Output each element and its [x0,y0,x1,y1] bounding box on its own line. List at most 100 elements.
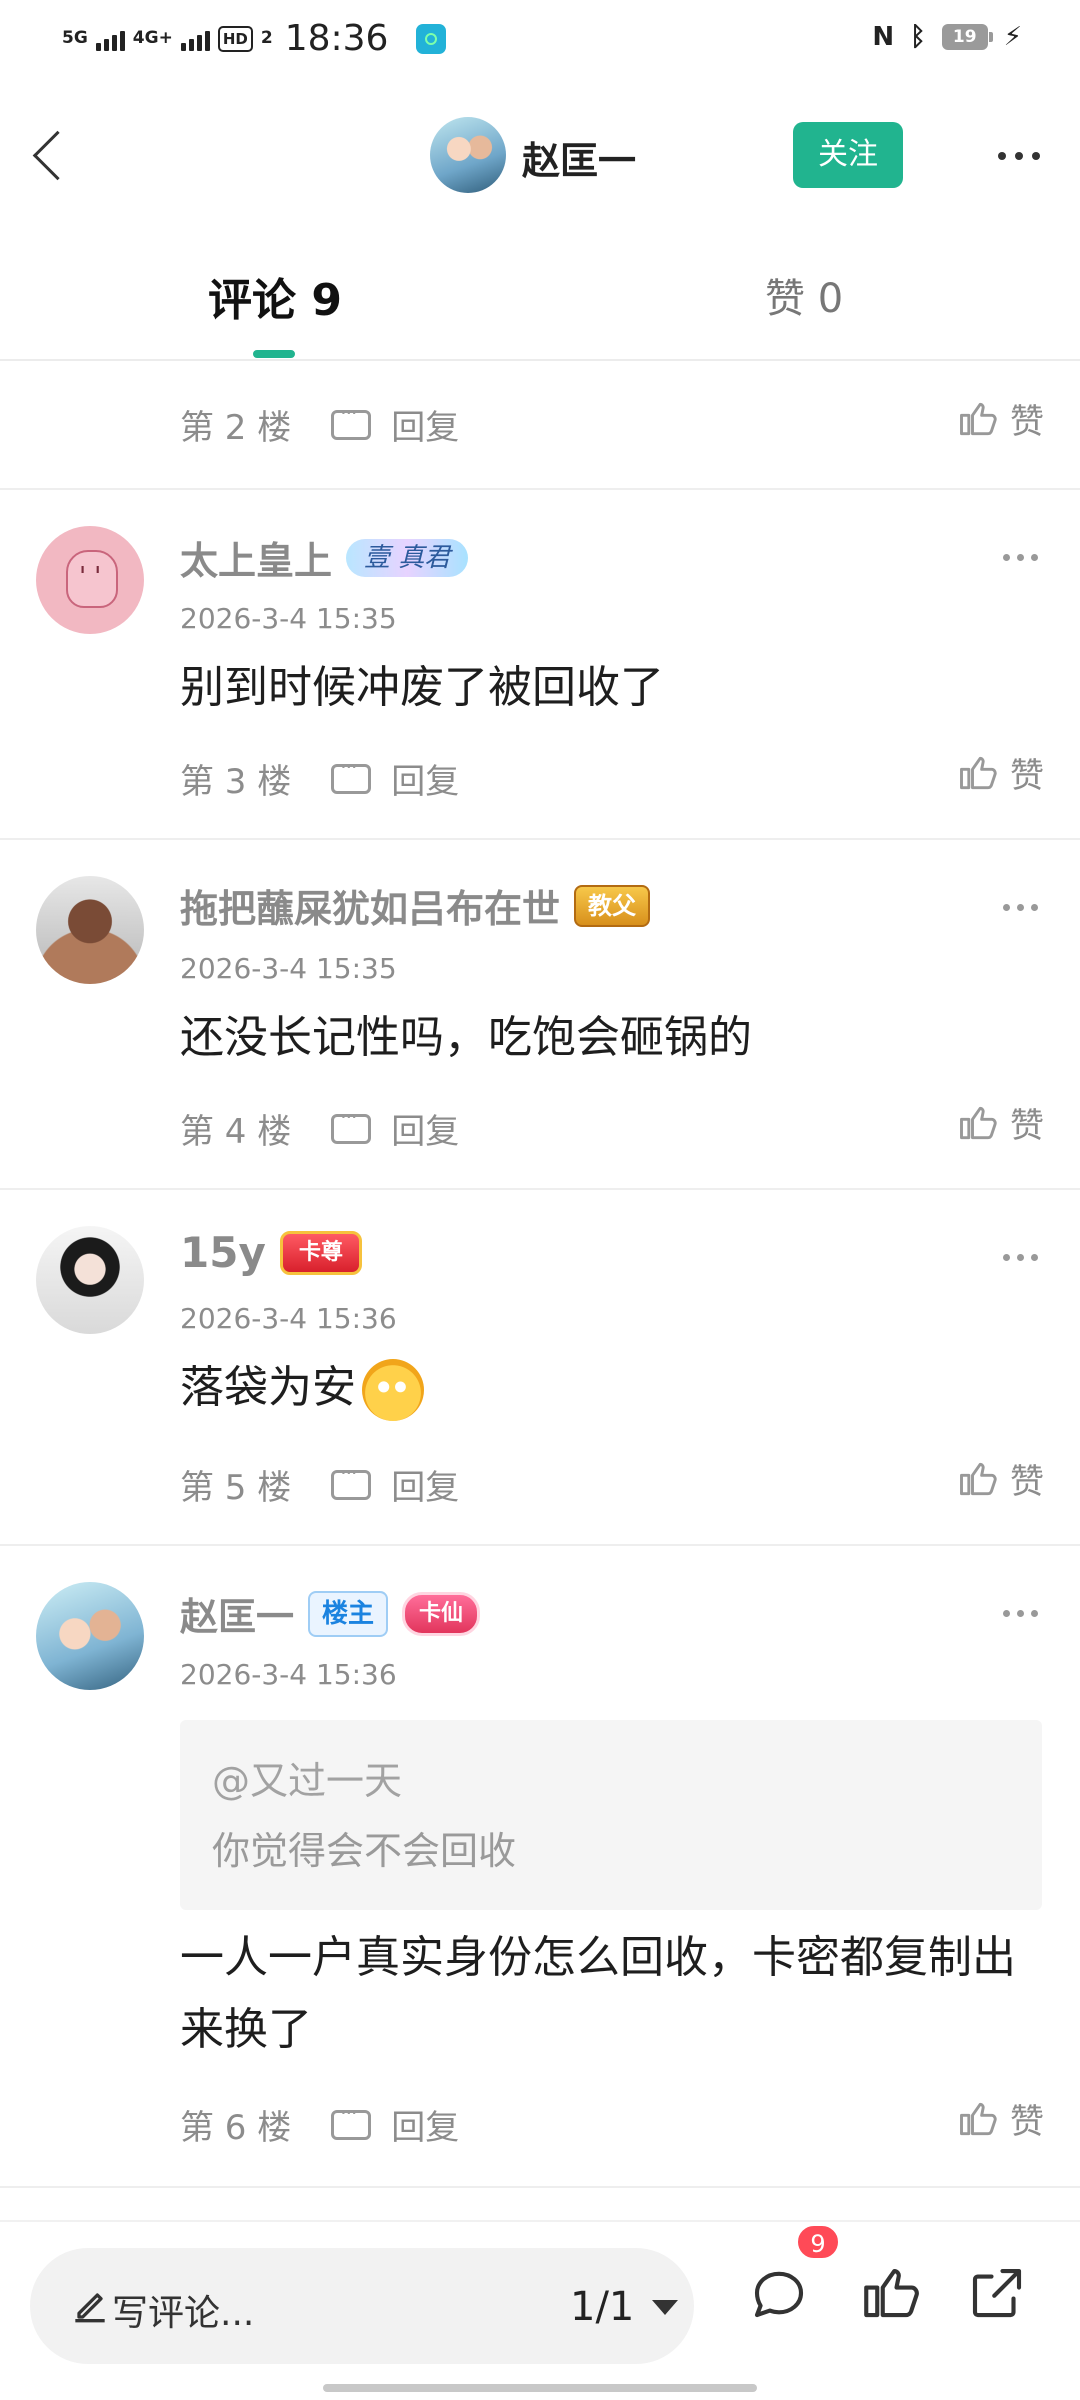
divider [0,359,1080,361]
back-icon[interactable] [28,124,76,188]
user-avatar[interactable] [36,1226,144,1334]
comment-more-icon[interactable] [1003,554,1038,561]
quoted-comment[interactable]: @又过一天 你觉得会不会回收 [180,1720,1042,1910]
comment-input[interactable]: 写评论... 1/1 [30,2248,694,2364]
comment-input-placeholder[interactable]: 写评论... [112,2284,254,2336]
tab-comments[interactable]: 评论 9 [208,264,342,328]
comment-item: 太上皇上 壹 真君 2026-3-4 15:35 别到时候冲废了被回收了 第 3… [0,490,1080,838]
floor-label: 第 5 楼 [180,1468,292,1508]
smile-emoji-icon [362,1359,424,1421]
username[interactable]: 15y [180,1228,266,1277]
like-button[interactable]: 赞 [956,1098,1044,1147]
comment-more-icon[interactable] [1003,1610,1038,1617]
comment-meta: 第 5 楼 回复 [180,1460,459,1509]
thumb-up-icon [960,402,997,435]
comment-text-row: 落袋为安 [180,1352,1040,1424]
comment-time: 2026-3-4 15:35 [180,952,397,985]
like-button[interactable]: 赞 [956,1454,1044,1503]
top-bar: 赵匡一 关注 [0,100,1080,210]
quoted-text: 你觉得会不会回收 [212,1829,517,1873]
username[interactable]: 赵匡一 [180,1586,294,1641]
home-indicator[interactable] [323,2384,757,2392]
more-options-icon[interactable] [998,152,1040,160]
like-button[interactable]: 赞 [956,748,1044,797]
comment-time: 2026-3-4 15:36 [180,1302,397,1335]
user-level-badge: 卡仙 [402,1591,481,1636]
user-avatar[interactable] [36,876,144,984]
like-button[interactable]: 赞 [956,2094,1044,2143]
active-tab-indicator [253,350,295,358]
thumb-up-icon [960,756,997,789]
pen-icon [75,2293,105,2323]
network-5g: 5G [62,28,88,48]
comment-text: 还没长记性吗，吃饱会砸锅的 [180,1012,752,1063]
comment-meta: 第 3 楼 回复 [180,754,459,803]
share-icon[interactable] [964,2260,1030,2326]
username[interactable]: 拖把蘸屎犹如吕布在世 [180,878,560,933]
signal-icon [95,27,125,51]
author-name[interactable]: 赵匡一 [522,130,636,185]
battery-icon: 19 [941,24,993,50]
comment-text: 落袋为安 [180,1362,356,1413]
tab-bar: 评论 9 赞 0 [0,240,1080,360]
comment-partial: 第 2 楼 回复 赞 [0,362,1080,486]
comment-more-icon[interactable] [1003,1254,1038,1261]
reply-button[interactable]: 回复 [391,1104,459,1153]
like-label: 赞 [1010,1106,1044,1146]
comment-meta: 第 6 楼 回复 [180,2100,459,2149]
notification-app-icon [416,23,447,54]
reply-icon[interactable] [331,401,372,440]
signal-icon-2 [180,27,210,51]
comment-text: 别到时候冲废了被回收了 [180,662,664,713]
comment-more-icon[interactable] [1003,904,1038,911]
floor-label: 第 3 楼 [180,762,292,802]
floor-label: 第 6 楼 [180,2108,292,2148]
user-avatar[interactable] [36,526,144,634]
reply-button[interactable]: 回复 [391,2100,459,2149]
comment-item: 赵匡一 楼主 卡仙 2026-3-4 15:36 @又过一天 你觉得会不会回收 … [0,1546,1080,2186]
comment-meta: 第 4 楼 回复 [180,1104,459,1153]
charging-icon: ⚡ [1003,22,1022,52]
thumb-up-icon [960,1462,997,1495]
comment-item: 拖把蘸屎犹如吕布在世 教父 2026-3-4 15:35 还没长记性吗，吃饱会砸… [0,840,1080,1188]
like-label: 赞 [1010,756,1044,796]
comment-text: 一人一户真实身份怎么回收，卡密都复制出来换了 [180,1932,1016,2055]
status-bar: 5G 4G+ HD 2 18:36 N ᛒ 19 ⚡ [0,0,1080,80]
reply-button[interactable]: 回复 [391,754,459,803]
quoted-user[interactable]: @又过一天 [212,1750,402,1805]
floor-label: 第 4 楼 [180,1112,292,1152]
network-4g: 4G+ [132,28,173,48]
user-level-badge: 教父 [574,884,651,927]
reply-button[interactable]: 回复 [391,1460,459,1509]
comment-time: 2026-3-4 15:36 [180,1658,397,1691]
reply-icon[interactable] [331,2101,372,2140]
reply-icon[interactable] [331,1461,372,1500]
author-avatar[interactable] [430,117,506,193]
like-button[interactable]: 赞 [956,394,1044,443]
bluetooth-icon: ᛒ [910,22,926,52]
thumb-up-icon[interactable] [858,2260,924,2326]
user-level-badge: 壹 真君 [346,538,469,577]
nfc-icon: N [872,22,895,52]
comment-time: 2026-3-4 15:35 [180,602,397,635]
reply-button[interactable]: 回复 [391,400,459,449]
thumb-up-icon [960,2102,997,2135]
thumb-up-icon [960,1106,997,1139]
tab-likes[interactable]: 赞 0 [765,266,843,324]
clock: 18:36 [284,18,389,59]
comment-meta: 第 2 楼 回复 [180,400,459,449]
follow-button[interactable]: 关注 [793,122,903,188]
chevron-down-icon[interactable] [652,2300,678,2315]
reply-icon[interactable] [331,1105,372,1144]
hd-sim-index: 2 [260,28,273,48]
user-avatar[interactable] [36,1582,144,1690]
like-label: 赞 [1010,1462,1044,1502]
user-level-badge: 卡尊 [279,1230,362,1275]
comment-icon[interactable] [746,2260,812,2326]
page-indicator[interactable]: 1/1 [570,2284,634,2330]
reply-icon[interactable] [331,755,372,794]
divider [0,2220,1080,2222]
comment-item: 15y 卡尊 2026-3-4 15:36 落袋为安 第 5 楼 回复 赞 [0,1190,1080,1544]
like-label: 赞 [1010,402,1044,442]
username[interactable]: 太上皇上 [180,530,332,585]
